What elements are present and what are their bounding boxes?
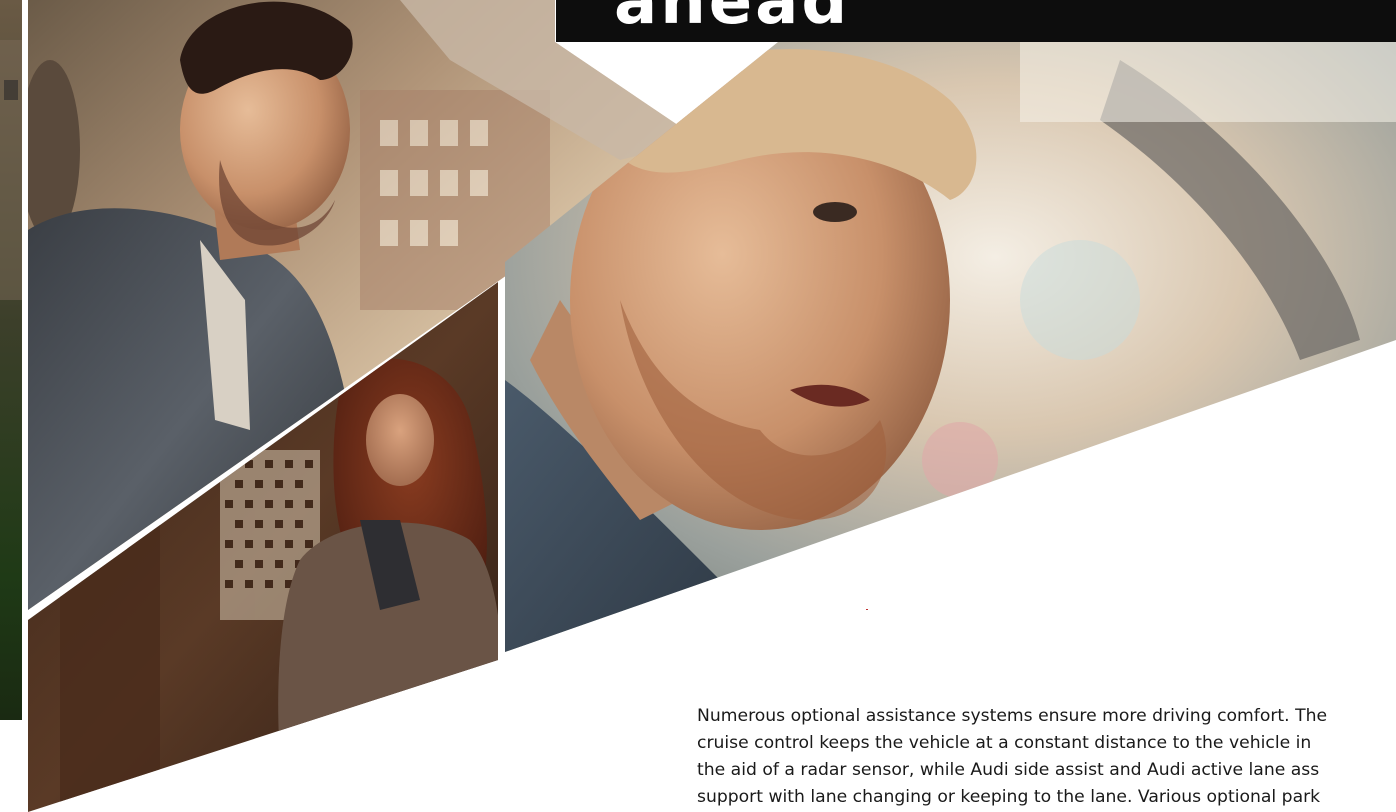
decorative-dot bbox=[866, 609, 868, 610]
body-text-line: support with lane changing or keeping to… bbox=[697, 787, 1321, 807]
body-text-line: the aid of a radar sensor, while Audi si… bbox=[697, 760, 1320, 780]
brochure-page: ahead Numerous optional assistance syste… bbox=[0, 0, 1396, 812]
page-title: ahead bbox=[614, 0, 851, 39]
left-edge-photo bbox=[0, 0, 22, 720]
photo-collage bbox=[0, 0, 1396, 812]
body-text-line: Numerous optional assistance systems ens… bbox=[697, 706, 1328, 726]
body-text-line: cruise control keeps the vehicle at a co… bbox=[697, 733, 1312, 753]
body-text: Numerous optional assistance systems ens… bbox=[697, 703, 1396, 811]
